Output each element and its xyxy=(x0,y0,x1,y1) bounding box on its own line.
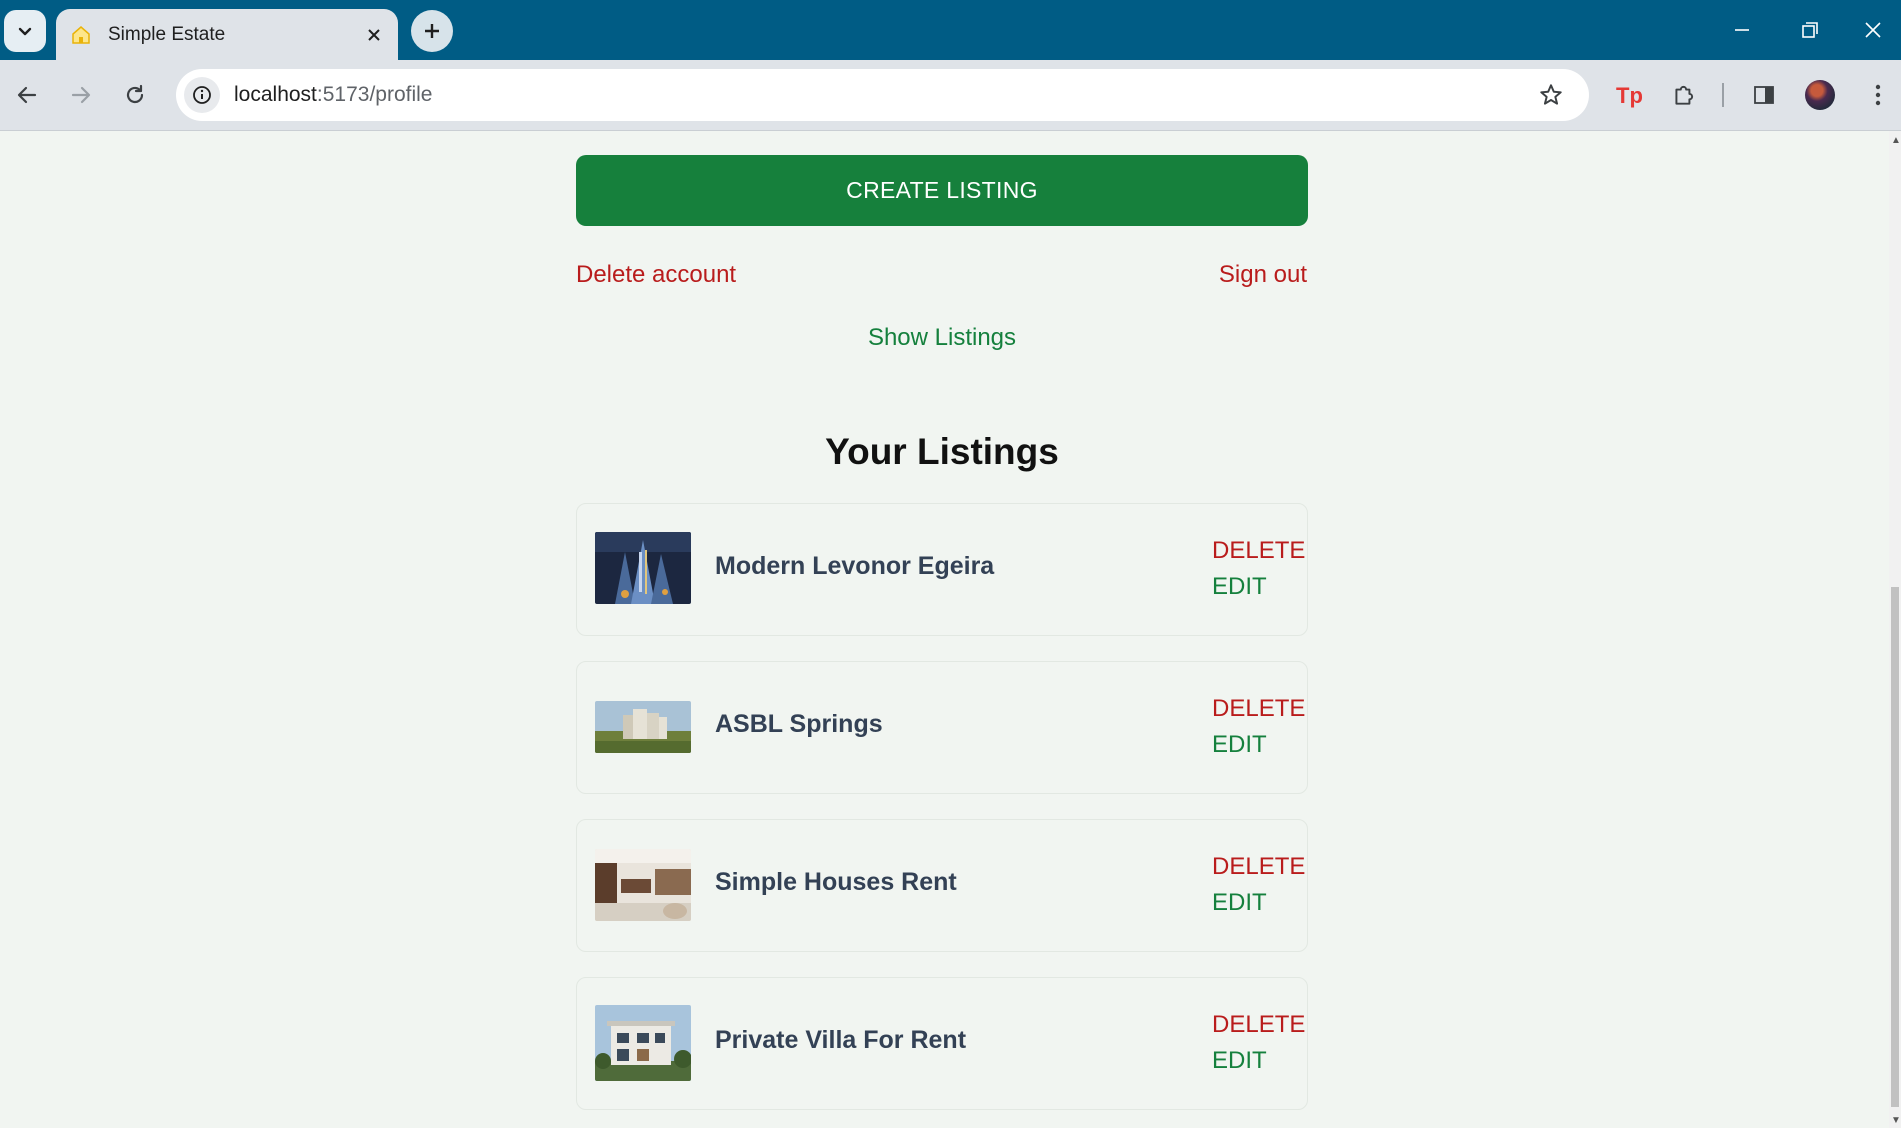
back-arrow-icon xyxy=(17,86,37,104)
listing-thumbnail[interactable] xyxy=(595,701,691,753)
page-viewport: CREATE LISTING Delete account Sign out S… xyxy=(0,131,1889,1128)
browser-toolbar: localhost:5173/profile Tp xyxy=(0,60,1901,131)
side-panel-button[interactable] xyxy=(1743,74,1785,116)
extensions-button[interactable] xyxy=(1663,74,1705,116)
listing-delete-button[interactable]: DELETE xyxy=(1212,1011,1305,1039)
listing-delete-button[interactable]: DELETE xyxy=(1212,695,1305,723)
home-favicon-icon xyxy=(70,24,92,46)
reload-button[interactable] xyxy=(114,74,156,116)
bookmark-button[interactable] xyxy=(1535,79,1567,111)
tab-title: Simple Estate xyxy=(108,23,226,45)
scroll-down-arrow-icon[interactable]: ▼ xyxy=(1891,1115,1901,1126)
bookmark-star-icon xyxy=(1540,84,1562,105)
listing-edit-button[interactable]: EDIT xyxy=(1212,573,1267,601)
listing-edit-button[interactable]: EDIT xyxy=(1212,889,1267,917)
toolbar-separator xyxy=(1722,83,1724,107)
show-listings-link[interactable]: Show Listings xyxy=(576,324,1308,352)
listing-delete-button[interactable]: DELETE xyxy=(1212,537,1305,565)
listing-delete-button[interactable]: DELETE xyxy=(1212,853,1305,881)
listing-thumbnail[interactable] xyxy=(595,1005,691,1081)
forward-arrow-icon xyxy=(71,86,91,104)
page-scrollbar[interactable]: ▲ ▼ xyxy=(1889,131,1901,1128)
tab-search-icon xyxy=(18,27,32,36)
side-panel-icon xyxy=(1754,86,1774,104)
window-close-button[interactable] xyxy=(1844,0,1901,60)
create-listing-button[interactable]: CREATE LISTING xyxy=(576,155,1308,226)
profile-avatar-icon xyxy=(1805,80,1835,110)
listing-thumbnail[interactable] xyxy=(595,849,691,921)
browser-tab-bar: Simple Estate xyxy=(0,0,1901,60)
listing-card: Modern Levonor Egeira DELETE EDIT xyxy=(576,503,1308,636)
address-bar[interactable]: localhost:5173/profile xyxy=(176,69,1589,121)
forward-button[interactable] xyxy=(60,74,102,116)
listing-name[interactable]: Simple Houses Rent xyxy=(715,868,957,897)
restore-icon xyxy=(1802,22,1818,38)
listing-edit-button[interactable]: EDIT xyxy=(1212,731,1267,759)
minimize-icon xyxy=(1735,29,1749,31)
browser-menu-button[interactable] xyxy=(1860,74,1896,116)
show-listings-label[interactable]: Show Listings xyxy=(868,324,1016,351)
listing-name[interactable]: Modern Levonor Egeira xyxy=(715,552,994,581)
url-text: localhost:5173/profile xyxy=(234,83,432,107)
kebab-menu-icon xyxy=(1875,84,1881,106)
tab-close-button[interactable] xyxy=(358,19,390,51)
listing-name[interactable]: Private Villa For Rent xyxy=(715,1026,966,1055)
listing-thumbnail[interactable] xyxy=(595,532,691,604)
site-info-icon xyxy=(193,86,211,104)
listing-edit-button[interactable]: EDIT xyxy=(1212,1047,1267,1075)
browser-tab[interactable]: Simple Estate xyxy=(56,9,398,60)
url-host: localhost xyxy=(234,83,317,106)
sign-out-link[interactable]: Sign out xyxy=(1219,261,1307,289)
listings-heading: Your Listings xyxy=(825,431,1059,472)
listing-card: Simple Houses Rent DELETE EDIT xyxy=(576,819,1308,952)
listing-name[interactable]: ASBL Springs xyxy=(715,710,883,739)
scroll-up-arrow-icon[interactable]: ▲ xyxy=(1891,135,1901,146)
delete-account-link[interactable]: Delete account xyxy=(576,261,736,289)
tab-search-button[interactable] xyxy=(4,10,46,52)
svg-text:Tp: Tp xyxy=(1616,83,1643,108)
minimize-button[interactable] xyxy=(1708,0,1776,60)
profile-button[interactable] xyxy=(1799,74,1841,116)
extensions-puzzle-icon xyxy=(1675,85,1694,105)
listing-card: ASBL Springs DELETE EDIT xyxy=(576,661,1308,794)
url-path: :5173/profile xyxy=(316,83,433,106)
tp-extension-icon: Tp xyxy=(1616,83,1643,108)
new-tab-button[interactable] xyxy=(411,10,453,52)
back-button[interactable] xyxy=(6,74,48,116)
plus-icon xyxy=(425,24,439,38)
tp-extension-button[interactable]: Tp xyxy=(1608,74,1650,116)
scrollbar-thumb[interactable] xyxy=(1891,587,1899,1107)
site-info-button[interactable] xyxy=(184,77,220,113)
reload-icon xyxy=(126,84,144,104)
window-close-icon xyxy=(1864,22,1881,38)
listing-card: Private Villa For Rent DELETE EDIT xyxy=(576,977,1308,1110)
close-icon xyxy=(368,28,380,41)
restore-button[interactable] xyxy=(1776,0,1844,60)
